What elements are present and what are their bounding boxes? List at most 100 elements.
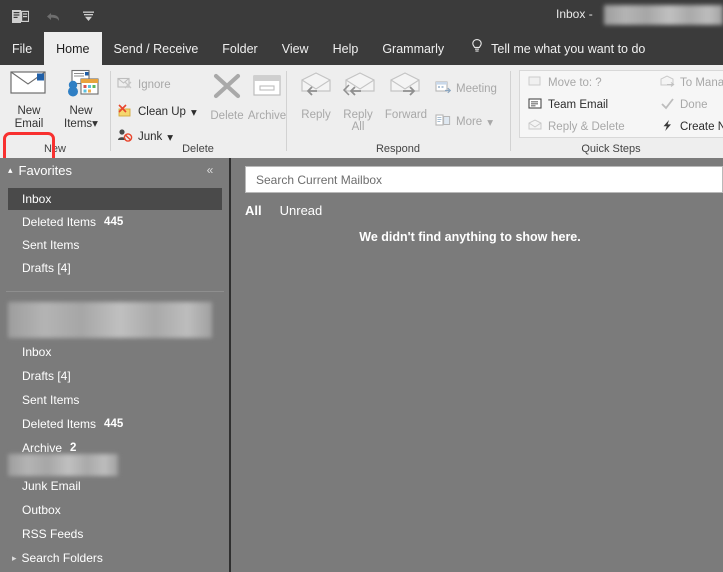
reply-all-icon <box>341 71 375 106</box>
reply-delete-icon <box>528 119 543 135</box>
reply-icon <box>299 71 333 106</box>
quick-step-create-new[interactable]: Create New <box>660 119 723 135</box>
meeting-button[interactable]: Meeting <box>435 80 497 97</box>
ribbon-group-respond: Reply Reply All Forward Meeting More ▾ R… <box>287 65 509 158</box>
sidebar-item-fav-drafts[interactable]: Drafts [4] <box>8 257 222 279</box>
archive-icon <box>250 71 284 106</box>
archive-button[interactable]: Archive <box>243 71 291 122</box>
sidebar-item-label: Deleted Items <box>22 417 97 431</box>
redacted-folder-item[interactable] <box>8 454 118 476</box>
sidebar-item-count: 445 <box>104 418 124 430</box>
junk-label: Junk <box>138 130 163 143</box>
window-title: Inbox - <box>556 7 593 21</box>
tell-me-box[interactable]: Tell me what you want to do <box>456 32 645 65</box>
reply-button[interactable]: Reply <box>295 71 337 121</box>
tab-grammarly[interactable]: Grammarly <box>370 32 456 65</box>
create-new-label: Create New <box>680 121 723 133</box>
chevron-down-icon: ▾ <box>167 131 174 144</box>
tab-help[interactable]: Help <box>321 32 371 65</box>
sidebar-item-label: Outbox <box>22 503 61 517</box>
message-filters: All Unread <box>245 203 322 218</box>
sidebar-item-label: Archive <box>22 441 63 455</box>
customize-qat-icon[interactable] <box>76 4 100 28</box>
archive-label: Archive <box>247 110 287 122</box>
sidebar-divider <box>6 291 224 292</box>
reply-all-label: Reply All <box>343 109 373 133</box>
sidebar-item-rss-feeds[interactable]: RSS Feeds <box>8 523 222 545</box>
forward-button[interactable]: Forward <box>380 71 432 121</box>
reply-all-button[interactable]: Reply All <box>337 71 379 133</box>
sidebar-item-deleted-items[interactable]: Deleted Items 445 <box>8 413 222 435</box>
outlook-icon[interactable] <box>8 4 32 28</box>
new-items-label: New Items▾ <box>64 105 98 130</box>
chevron-down-icon: ▾ <box>190 106 197 119</box>
redacted-account-header[interactable] <box>8 302 212 338</box>
tell-me-label: Tell me what you want to do <box>491 41 646 56</box>
to-manager-label: To Manager <box>680 77 723 89</box>
collapse-pane-icon[interactable]: « <box>202 162 218 178</box>
quick-step-reply-delete[interactable]: Reply & Delete <box>528 119 625 135</box>
done-label: Done <box>680 99 708 111</box>
sidebar-item-label: Inbox <box>22 192 52 206</box>
quick-step-move-to[interactable]: Move to: ? <box>528 75 602 91</box>
tab-home[interactable]: Home <box>44 32 102 65</box>
check-icon <box>660 97 675 113</box>
sidebar-item-inbox[interactable]: Inbox <box>8 341 222 363</box>
move-to-icon <box>528 75 543 91</box>
team-email-label: Team Email <box>548 99 609 111</box>
new-items-button[interactable]: New Items▾ <box>55 69 107 131</box>
to-manager-icon <box>660 75 675 91</box>
new-items-icon <box>61 69 101 102</box>
tab-file[interactable]: File <box>0 32 44 65</box>
ribbon-group-label-new: New <box>43 143 66 155</box>
new-email-icon <box>9 69 49 102</box>
empty-state-message: We didn't find anything to show here. <box>359 230 581 244</box>
new-email-button[interactable]: New Email <box>3 69 55 131</box>
quick-steps-gallery[interactable]: ▲ Move to: ? <box>519 70 723 138</box>
more-label: More <box>456 115 483 128</box>
move-to-label: Move to: ? <box>548 77 602 89</box>
delete-label: Delete <box>210 110 244 122</box>
title-bar: Inbox - <box>0 0 723 32</box>
lightbulb-icon <box>470 38 484 59</box>
sidebar-item-outbox[interactable]: Outbox <box>8 499 222 521</box>
sidebar-item-search-folders[interactable]: ▸ Search Folders <box>8 547 222 569</box>
sidebar-item-label: Inbox <box>22 345 52 359</box>
ribbon-group-label-delete: Delete <box>182 143 214 155</box>
more-button[interactable]: More ▾ <box>435 113 493 130</box>
more-icon <box>435 113 451 130</box>
sidebar-item-count: 445 <box>104 216 124 228</box>
chevron-down-icon: ▾ <box>487 116 493 129</box>
favorites-label: Favorites <box>18 163 72 178</box>
sidebar-item-sent-items[interactable]: Sent Items <box>8 389 222 411</box>
sidebar-item-fav-inbox[interactable]: Inbox <box>8 188 222 210</box>
tab-folder[interactable]: Folder <box>210 32 269 65</box>
tab-view[interactable]: View <box>270 32 321 65</box>
reply-delete-label: Reply & Delete <box>548 121 625 133</box>
quick-step-done[interactable]: Done <box>660 97 708 113</box>
ribbon: New Email New Items▾ New Ignore Clean Up… <box>0 65 723 208</box>
clean-up-button[interactable]: Clean Up ▾ <box>117 103 197 120</box>
ignore-button[interactable]: Ignore <box>117 76 171 93</box>
quick-step-team-email[interactable]: Team Email <box>528 97 608 113</box>
filter-all[interactable]: All <box>245 203 262 218</box>
ribbon-tab-strip: File Home Send / Receive Folder View Hel… <box>0 32 723 65</box>
sidebar-item-drafts[interactable]: Drafts [4] <box>8 365 222 387</box>
undo-icon[interactable] <box>42 4 66 28</box>
filter-unread[interactable]: Unread <box>280 203 323 218</box>
sidebar-item-label: Deleted Items <box>22 215 97 229</box>
sidebar-item-fav-deleted-items[interactable]: Deleted Items 445 <box>8 211 222 233</box>
ribbon-group-delete: Ignore Clean Up ▾ Junk ▾ Delete Archive … <box>111 65 286 158</box>
new-email-label: New Email <box>14 105 44 130</box>
sidebar-item-fav-sent-items[interactable]: Sent Items <box>8 234 222 256</box>
lightning-icon <box>660 119 675 135</box>
meeting-icon <box>435 80 452 97</box>
quick-step-to-manager[interactable]: To Manager <box>660 75 723 91</box>
favorites-header[interactable]: ▴ Favorites <box>8 163 72 178</box>
sidebar-item-count: 2 <box>70 442 77 454</box>
search-input[interactable]: Search Current Mailbox <box>245 166 723 193</box>
tab-send-receive[interactable]: Send / Receive <box>102 32 211 65</box>
reply-label: Reply <box>301 109 331 121</box>
quick-access-toolbar <box>8 4 100 28</box>
sidebar-item-junk-email[interactable]: Junk Email <box>8 475 222 497</box>
